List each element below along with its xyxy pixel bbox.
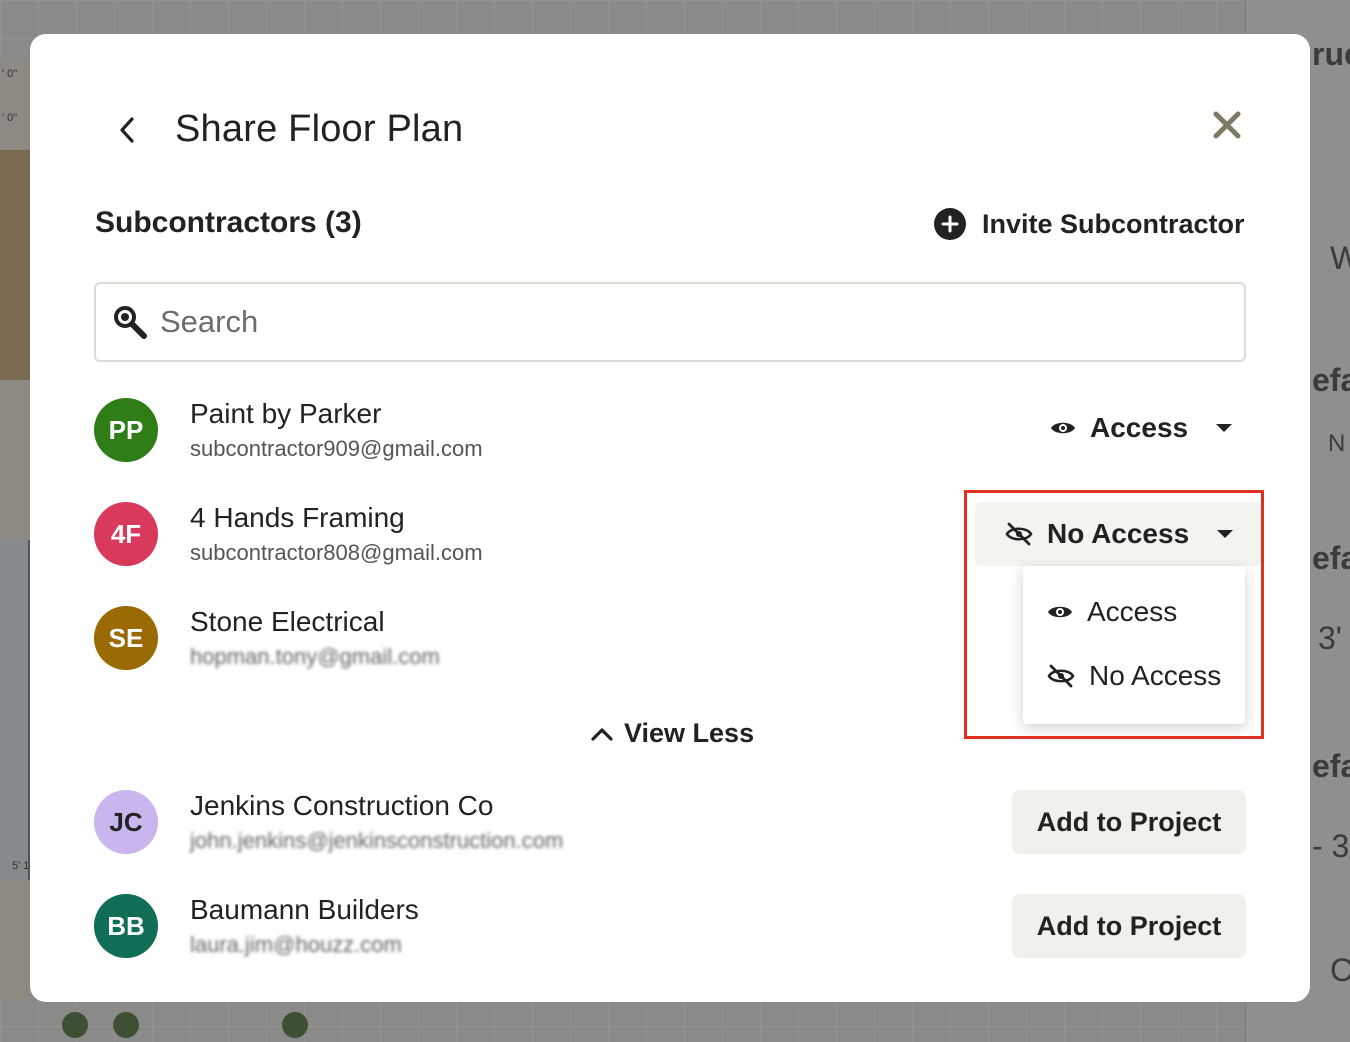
subcontractor-name: 4 Hands Framing — [190, 502, 405, 533]
contact-email: laura.jim@houzz.com — [190, 932, 402, 957]
share-floor-plan-dialog: Share Floor Plan Subcontractors (3) Invi… — [30, 34, 1310, 1002]
view-less-label: View Less — [624, 718, 755, 748]
eye-off-icon — [1047, 664, 1075, 688]
access-dropdown-button[interactable]: Access — [1050, 412, 1233, 444]
access-dropdown-menu: Access No Access — [1023, 566, 1245, 724]
invite-subcontractor-button[interactable]: Invite Subcontractor — [934, 208, 1245, 240]
panel-text: W — [1330, 240, 1350, 276]
add-to-project-button[interactable]: Add to Project — [1012, 894, 1246, 958]
access-value: No Access — [1047, 518, 1190, 549]
panel-text: ruc — [1312, 36, 1350, 72]
panel-text: C — [1330, 952, 1350, 988]
contact-email: john.jenkins@jenkinsconstruction.com — [190, 828, 564, 853]
avatar: BB — [94, 894, 158, 958]
add-to-project-button[interactable]: Add to Project — [1012, 790, 1246, 854]
close-button[interactable] — [1210, 108, 1244, 142]
plant-icon — [282, 1012, 308, 1038]
panel-text: efau — [1312, 540, 1350, 576]
caret-down-icon — [1216, 424, 1233, 432]
dropdown-option-no-access[interactable]: No Access — [1047, 660, 1221, 692]
dialog-title: Share Floor Plan — [175, 108, 464, 150]
chevron-left-icon — [120, 117, 134, 143]
plant-icon — [62, 1012, 88, 1038]
subcontractor-email: subcontractor808@gmail.com — [190, 540, 483, 565]
eye-off-icon — [1005, 522, 1033, 546]
floor-plan-wood-area — [0, 150, 30, 380]
floor-plan-walls — [0, 540, 30, 880]
avatar: SE — [94, 606, 158, 670]
search-box — [94, 282, 1246, 362]
dropdown-option-access[interactable]: Access — [1047, 596, 1177, 628]
invite-subcontractor-label: Invite Subcontractor — [982, 208, 1245, 239]
subcontractor-name: Stone Electrical — [190, 606, 385, 637]
contact-name: Baumann Builders — [190, 894, 419, 925]
subcontractor-name: Paint by Parker — [190, 398, 382, 429]
plus-circle-icon — [934, 208, 966, 240]
access-dropdown-button[interactable]: No Access — [975, 502, 1262, 566]
subcontractor-email: hopman.tony@gmail.com — [190, 644, 440, 669]
dropdown-option-label: No Access — [1089, 660, 1222, 691]
access-value: Access — [1090, 412, 1189, 443]
close-icon — [1213, 111, 1241, 139]
contact-name: Jenkins Construction Co — [190, 790, 494, 821]
eye-icon — [1048, 606, 1072, 618]
dimension-label: ' 0" — [2, 68, 18, 80]
caret-down-icon — [1217, 530, 1234, 538]
panel-text: - 3/ — [1312, 828, 1350, 864]
avatar: JC — [94, 790, 158, 854]
panel-text: efau — [1312, 748, 1350, 784]
view-less-button[interactable]: View Less — [590, 718, 754, 749]
search-icon — [114, 306, 147, 339]
panel-text: efau — [1312, 362, 1350, 398]
subcontractor-email: subcontractor909@gmail.com — [190, 436, 483, 461]
avatar: PP — [94, 398, 158, 462]
plant-icon — [113, 1012, 139, 1038]
back-button[interactable] — [114, 116, 140, 144]
panel-text: N — [1328, 430, 1346, 457]
avatar: 4F — [94, 502, 158, 566]
eye-icon — [1051, 422, 1075, 434]
dimension-label: 5' 1 — [12, 860, 30, 872]
chevron-up-icon — [591, 727, 613, 741]
dimension-label: ' 0" — [2, 112, 18, 124]
subcontractors-heading: Subcontractors (3) — [95, 206, 362, 239]
search-input[interactable] — [160, 304, 1160, 340]
panel-text: 3' 0 — [1318, 620, 1350, 656]
dropdown-option-label: Access — [1087, 596, 1178, 627]
